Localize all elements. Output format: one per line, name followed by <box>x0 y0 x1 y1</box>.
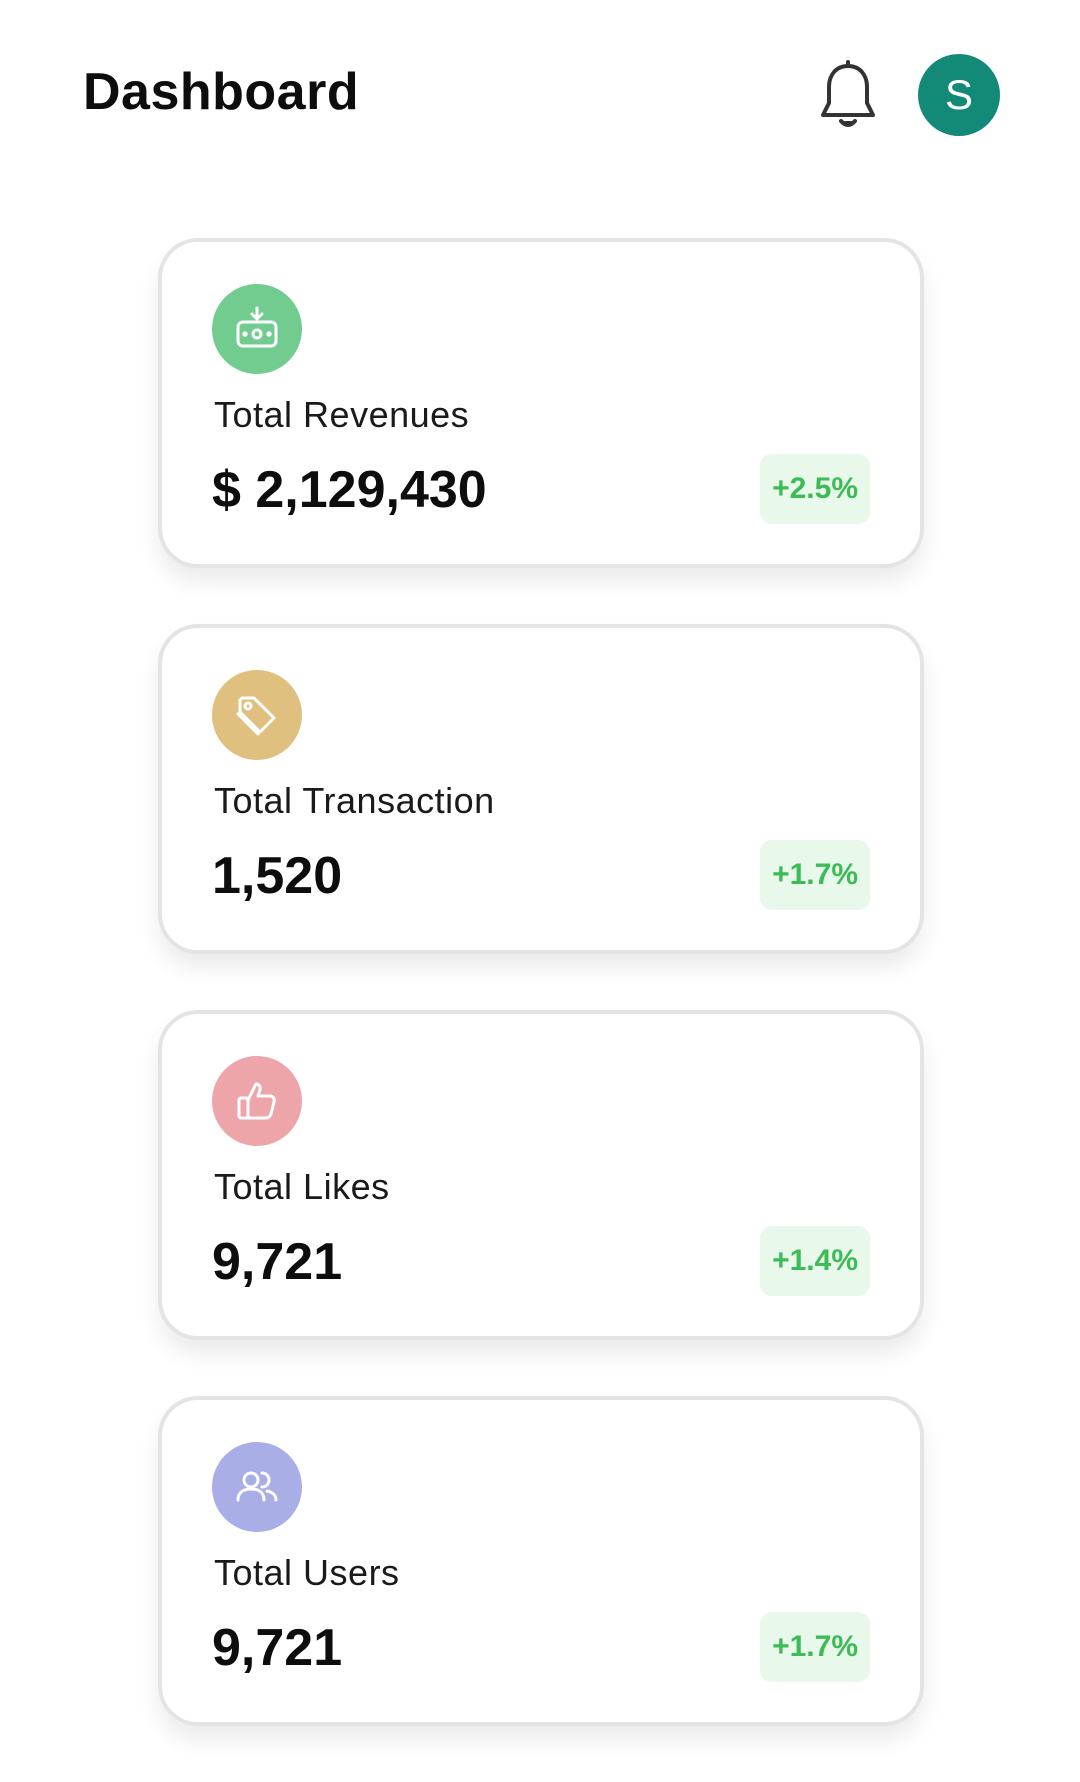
page-title: Dashboard <box>83 63 360 121</box>
money-icon <box>212 284 302 374</box>
users-icon <box>212 1442 302 1532</box>
card-label: Total Users <box>214 1552 400 1593</box>
thumbs-up-icon <box>212 1056 302 1146</box>
stats-cards: Total Revenues $ 2,129,430 +2.5% Total T… <box>158 238 924 1782</box>
change-badge: +1.4% <box>760 1226 870 1296</box>
avatar-initial: S <box>944 71 973 118</box>
change-badge: +2.5% <box>760 454 870 524</box>
stat-card-likes[interactable]: Total Likes 9,721 +1.4% <box>158 1010 924 1340</box>
change-badge: +1.7% <box>760 840 870 910</box>
card-value: 9,721 <box>212 1233 343 1291</box>
card-value: 1,520 <box>212 847 343 905</box>
card-label: Total Revenues <box>214 394 470 435</box>
change-badge: +1.7% <box>760 1612 870 1682</box>
card-value: $ 2,129,430 <box>212 461 487 519</box>
bell-icon[interactable] <box>816 60 880 132</box>
card-label: Total Likes <box>214 1166 390 1207</box>
header: Dashboard S <box>0 0 1080 190</box>
stat-card-users[interactable]: Total Users 9,721 +1.7% <box>158 1396 924 1726</box>
card-label: Total Transaction <box>214 780 495 821</box>
stat-card-transaction[interactable]: Total Transaction 1,520 +1.7% <box>158 624 924 954</box>
card-value: 9,721 <box>212 1619 343 1677</box>
tag-icon <box>212 670 302 760</box>
stat-card-revenues[interactable]: Total Revenues $ 2,129,430 +2.5% <box>158 238 924 568</box>
avatar[interactable]: S <box>918 54 1000 136</box>
